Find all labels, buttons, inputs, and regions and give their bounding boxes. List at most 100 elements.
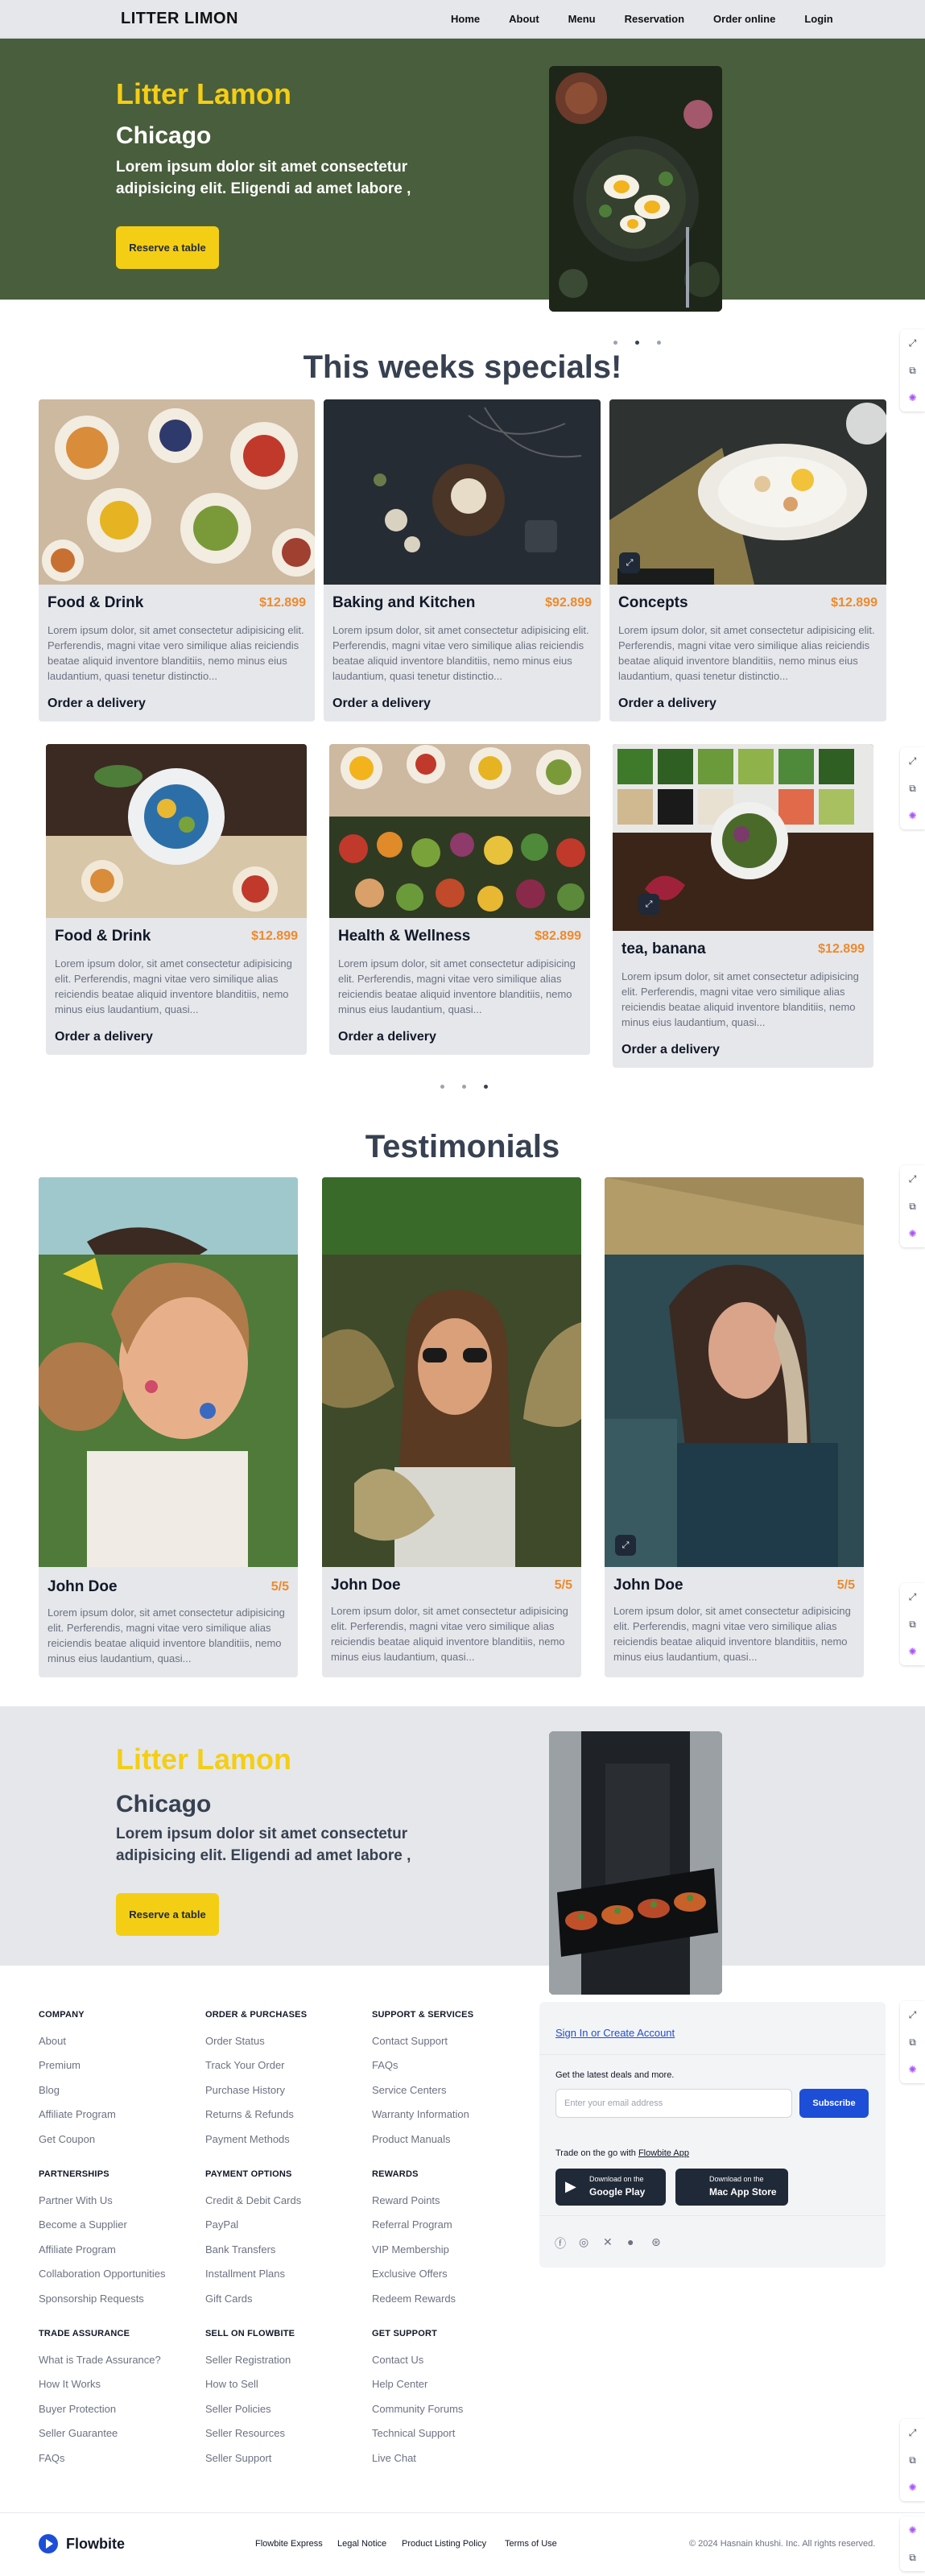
signin-link[interactable]: Sign In or Create Account xyxy=(555,2027,675,2039)
footer-link[interactable]: Get Coupon xyxy=(39,2133,95,2145)
nav-login[interactable]: Login xyxy=(804,13,832,25)
special-card[interactable]: ⤢ Concepts $12.899 Lorem ipsum dolor, si… xyxy=(609,399,886,722)
footer-link[interactable]: About xyxy=(39,2035,66,2047)
ai-icon[interactable]: ✺ xyxy=(900,1220,925,1247)
expand-image-icon[interactable]: ⤢ xyxy=(619,552,640,573)
footer-link[interactable]: Affiliate Program xyxy=(39,2243,116,2256)
reserve-table-button[interactable]: Reserve a table xyxy=(116,1893,219,1936)
order-delivery-link[interactable]: Order a delivery xyxy=(621,1043,720,1057)
footer-link[interactable]: Service Centers xyxy=(372,2084,446,2096)
footer-link[interactable]: FAQs xyxy=(39,2452,65,2464)
footer-link[interactable]: Gift Cards xyxy=(205,2293,253,2305)
bottom-link[interactable]: Product Listing Policy xyxy=(402,2539,486,2549)
special-card[interactable]: Health & Wellness $82.899 Lorem ipsum do… xyxy=(329,744,590,1055)
bottom-link[interactable]: Flowbite Express xyxy=(255,2539,323,2549)
expand-icon[interactable]: ⤢ xyxy=(900,1583,925,1611)
copy-icon[interactable]: ⧉ xyxy=(900,357,925,384)
footer-link[interactable]: Payment Methods xyxy=(205,2133,290,2145)
app-store-button[interactable]: Download on the Mac App Store xyxy=(675,2169,788,2206)
footer-link[interactable]: Referral Program xyxy=(372,2218,452,2231)
instagram-icon[interactable]: ◎ xyxy=(579,2235,588,2249)
footer-link[interactable]: Seller Registration xyxy=(205,2354,291,2366)
nav-order-online[interactable]: Order online xyxy=(713,13,775,25)
copy-icon[interactable]: ⧉ xyxy=(900,2446,925,2474)
expand-icon[interactable]: ⤢ xyxy=(900,747,925,775)
footer-link[interactable]: How It Works xyxy=(39,2378,101,2390)
footer-link[interactable]: VIP Membership xyxy=(372,2243,449,2256)
footer-link[interactable]: Seller Resources xyxy=(205,2427,285,2439)
order-delivery-link[interactable]: Order a delivery xyxy=(332,697,431,711)
order-delivery-link[interactable]: Order a delivery xyxy=(618,697,716,711)
ai-icon[interactable]: ✺ xyxy=(900,2516,925,2544)
footer-link[interactable]: Affiliate Program xyxy=(39,2108,116,2120)
footer-link[interactable]: Exclusive Offers xyxy=(372,2268,448,2280)
footer-link[interactable]: Reward Points xyxy=(372,2194,440,2206)
twitter-icon[interactable]: ✕ xyxy=(603,2235,613,2249)
footer-link[interactable]: Seller Support xyxy=(205,2452,271,2464)
expand-icon[interactable]: ⤢ xyxy=(900,2419,925,2446)
carousel-dot[interactable] xyxy=(440,1085,444,1089)
email-input[interactable]: Enter your email address xyxy=(555,2089,792,2118)
footer-link[interactable]: Product Manuals xyxy=(372,2133,451,2145)
footer-link[interactable]: Installment Plans xyxy=(205,2268,285,2280)
footer-link[interactable]: Bank Transfers xyxy=(205,2243,275,2256)
carousel-dot-active[interactable] xyxy=(484,1085,488,1089)
bottom-link[interactable]: Legal Notice xyxy=(337,2539,386,2549)
footer-link[interactable]: Contact Support xyxy=(372,2035,448,2047)
special-card[interactable]: Baking and Kitchen $92.899 Lorem ipsum d… xyxy=(324,399,601,722)
carousel-dot[interactable] xyxy=(462,1085,466,1089)
facebook-icon[interactable]: ⓕ xyxy=(555,2235,566,2251)
order-delivery-link[interactable]: Order a delivery xyxy=(47,697,146,711)
expand-icon[interactable]: ⤢ xyxy=(900,329,925,357)
nav-about[interactable]: About xyxy=(509,13,539,25)
carousel-dot[interactable] xyxy=(613,341,617,345)
carousel-dot-active[interactable] xyxy=(635,341,639,345)
ai-icon[interactable]: ✺ xyxy=(900,384,925,411)
footer-link[interactable]: Blog xyxy=(39,2084,60,2096)
footer-link[interactable]: Contact Us xyxy=(372,2354,423,2366)
copy-icon[interactable]: ⧉ xyxy=(900,2544,925,2571)
copy-icon[interactable]: ⧉ xyxy=(900,1193,925,1220)
footer-link[interactable]: Sponsorship Requests xyxy=(39,2293,144,2305)
github-icon[interactable]: ● xyxy=(627,2235,634,2248)
footer-link[interactable]: Help Center xyxy=(372,2378,427,2390)
ai-icon[interactable]: ✺ xyxy=(900,2474,925,2501)
footer-link[interactable]: Returns & Refunds xyxy=(205,2108,294,2120)
ai-icon[interactable]: ✺ xyxy=(900,1638,925,1665)
subscribe-button[interactable]: Subscribe xyxy=(799,2089,869,2118)
flowbite-app-link[interactable]: Flowbite App xyxy=(638,2148,689,2158)
copy-icon[interactable]: ⧉ xyxy=(900,775,925,802)
footer-link[interactable]: Partner With Us xyxy=(39,2194,113,2206)
footer-link[interactable]: Live Chat xyxy=(372,2452,416,2464)
brand-logo[interactable]: LITTER LIMON xyxy=(121,10,238,28)
footer-link[interactable]: PayPal xyxy=(205,2218,238,2231)
copy-icon[interactable]: ⧉ xyxy=(900,1611,925,1638)
dribbble-icon[interactable]: ⊛ xyxy=(651,2235,661,2249)
ai-icon[interactable]: ✺ xyxy=(900,2056,925,2083)
footer-link[interactable]: Buyer Protection xyxy=(39,2403,116,2415)
footer-link[interactable]: Become a Supplier xyxy=(39,2218,127,2231)
order-delivery-link[interactable]: Order a delivery xyxy=(338,1030,436,1044)
order-delivery-link[interactable]: Order a delivery xyxy=(55,1030,153,1044)
footer-link[interactable]: What is Trade Assurance? xyxy=(39,2354,161,2366)
footer-link[interactable]: Track Your Order xyxy=(205,2059,285,2071)
bottom-link[interactable]: Terms of Use xyxy=(505,2539,557,2549)
expand-image-icon[interactable]: ⤢ xyxy=(638,894,659,915)
reserve-table-button[interactable]: Reserve a table xyxy=(116,226,219,269)
footer-link[interactable]: FAQs xyxy=(372,2059,398,2071)
footer-link[interactable]: Purchase History xyxy=(205,2084,285,2096)
footer-link[interactable]: How to Sell xyxy=(205,2378,258,2390)
special-card[interactable]: Food & Drink $12.899 Lorem ipsum dolor, … xyxy=(46,744,307,1055)
footer-link[interactable]: Technical Support xyxy=(372,2427,455,2439)
nav-home[interactable]: Home xyxy=(451,13,480,25)
expand-icon[interactable]: ⤢ xyxy=(900,2001,925,2028)
footer-link[interactable]: Credit & Debit Cards xyxy=(205,2194,301,2206)
special-card[interactable]: ⤢ tea, banana $12.899 Lorem ipsum dolor,… xyxy=(613,744,873,1068)
footer-link[interactable]: Community Forums xyxy=(372,2403,463,2415)
footer-link[interactable]: Seller Guarantee xyxy=(39,2427,118,2439)
nav-menu[interactable]: Menu xyxy=(568,13,596,25)
footer-link[interactable]: Redeem Rewards xyxy=(372,2293,456,2305)
footer-link[interactable]: Seller Policies xyxy=(205,2403,271,2415)
flowbite-brand[interactable]: Flowbite xyxy=(66,2536,125,2553)
footer-link[interactable]: Collaboration Opportunities xyxy=(39,2268,166,2280)
